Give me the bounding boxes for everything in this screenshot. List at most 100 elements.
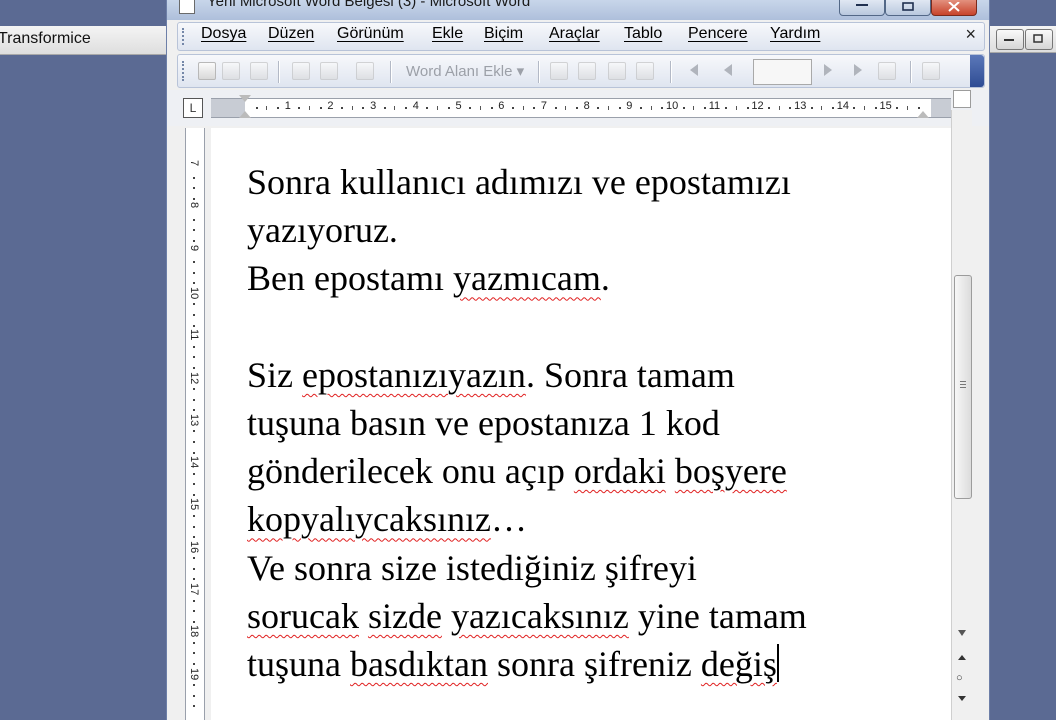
- view-ruler-button[interactable]: [953, 90, 971, 108]
- vertical-ruler-number: 18: [188, 625, 200, 638]
- propagate-labels-icon[interactable]: [636, 62, 654, 80]
- select-browse-object-icon[interactable]: ○: [956, 672, 963, 684]
- ruler-tick: [597, 107, 600, 109]
- background-window-titlebar[interactable]: Transformice: [0, 26, 166, 55]
- text-run: tuşuna basın ve epostanıza 1 kod: [247, 403, 720, 443]
- match-fields-icon[interactable]: [608, 62, 626, 80]
- toolbar-options-icon[interactable]: [970, 55, 984, 87]
- document-paragraph[interactable]: Ben epostamı yazmıcam.: [247, 254, 927, 302]
- vertical-ruler-number: 11: [188, 329, 200, 341]
- word-document-icon[interactable]: [179, 0, 195, 14]
- document-paragraph[interactable]: Siz epostanızıyazın. Sonra tamam: [247, 351, 927, 399]
- vertical-ruler-tick: [193, 599, 195, 602]
- insert-word-field-dropdown[interactable]: Word Alanı Ekle ▾: [406, 62, 524, 80]
- insert-merge-fields-icon[interactable]: [356, 62, 374, 80]
- document-close-button[interactable]: ×: [965, 24, 976, 45]
- ruler-number: 7: [540, 100, 548, 112]
- menu-tablo[interactable]: Tablo: [624, 25, 662, 43]
- vertical-ruler-number: 14: [188, 456, 200, 469]
- ruler-tick: [277, 107, 280, 109]
- vertical-ruler-tick: [193, 705, 195, 708]
- menu-grip[interactable]: [182, 28, 187, 45]
- text-run: tuşuna: [247, 644, 350, 685]
- first-record-icon[interactable]: [690, 64, 698, 76]
- highlight-merge-fields-icon[interactable]: [578, 62, 596, 80]
- close-button[interactable]: [931, 0, 977, 16]
- background-restore-button[interactable]: [1025, 29, 1053, 50]
- maximize-button[interactable]: [885, 0, 931, 16]
- vertical-ruler-number: 8: [188, 202, 200, 209]
- empty-paragraph[interactable]: [247, 303, 927, 351]
- document-paragraph[interactable]: yazıyoruz.: [247, 206, 927, 254]
- previous-page-icon[interactable]: [958, 655, 966, 660]
- right-indent-marker[interactable]: [917, 111, 929, 118]
- toolbar-grip[interactable]: [182, 61, 187, 81]
- main-document-setup-icon[interactable]: [198, 62, 216, 80]
- tab-selector[interactable]: L: [183, 98, 203, 118]
- minimize-button[interactable]: [839, 0, 885, 16]
- document-paragraph[interactable]: gönderilecek onu açıp ordaki boşyere: [247, 447, 927, 495]
- last-record-icon[interactable]: [854, 64, 862, 76]
- check-errors-icon[interactable]: [922, 62, 940, 80]
- next-record-icon[interactable]: [824, 64, 832, 76]
- vertical-ruler-tick: [193, 356, 195, 359]
- ruler-tick: [533, 107, 536, 109]
- menu-bicim[interactable]: Biçim: [484, 25, 523, 43]
- hanging-indent-marker[interactable]: [239, 111, 251, 118]
- menu-dosya[interactable]: Dosya: [201, 25, 246, 43]
- document-paragraph[interactable]: kopyalıycaksınız…: [247, 495, 927, 543]
- vertical-ruler-number: 17: [188, 583, 200, 596]
- menu-duzen[interactable]: Düzen: [268, 25, 314, 43]
- ruler-tick: [639, 107, 642, 109]
- vertical-ruler-tick: [193, 493, 195, 496]
- find-entry-icon[interactable]: [878, 62, 896, 80]
- previous-record-icon[interactable]: [724, 64, 732, 76]
- menu-gorunum[interactable]: Görünüm: [337, 25, 404, 43]
- menu-ekle[interactable]: Ekle: [432, 25, 463, 43]
- document-paragraph[interactable]: sorucak sizde yazıcaksınız yine tamam: [247, 592, 927, 640]
- vertical-ruler-tick: [193, 652, 195, 655]
- scroll-thumb[interactable]: [954, 275, 972, 499]
- background-minimize-button[interactable]: [996, 29, 1024, 50]
- record-number-field[interactable]: [753, 59, 812, 85]
- ruler-tick: [447, 107, 450, 109]
- view-merged-data-icon[interactable]: [550, 62, 568, 80]
- ruler-number: 12: [751, 100, 764, 112]
- menu-yardim[interactable]: Yardım: [770, 25, 820, 43]
- document-body[interactable]: Sonra kullanıcı adımızı ve epostamızı yaz…: [247, 158, 927, 688]
- mail-merge-toolbar: Word Alanı Ekle ▾: [177, 54, 985, 88]
- menu-pencere[interactable]: Pencere: [688, 25, 748, 43]
- document-paragraph[interactable]: tuşuna basın ve epostanıza 1 kod: [247, 399, 927, 447]
- document-paragraph[interactable]: tuşuna basdıktan sonra şifreniz değiş: [247, 640, 927, 688]
- minimize-icon: [856, 4, 868, 6]
- ruler-tick: [853, 107, 856, 109]
- insert-address-block-icon[interactable]: [292, 62, 310, 80]
- ruler-number: 10: [666, 100, 679, 112]
- vertical-ruler-tick: [193, 176, 195, 179]
- horizontal-ruler[interactable]: 1 2 3 4 5 6 7 8 9 10 11 12 13 14 15: [211, 95, 951, 118]
- title-bar[interactable]: Yeni Microsoft Word Belgesi (3) - Micros…: [167, 0, 989, 20]
- vertical-ruler[interactable]: 7 8 9 10 11 12 13 14 15 16 17 18 19: [185, 128, 205, 720]
- document-paragraph[interactable]: Sonra kullanıcı adımızı ve epostamızı: [247, 158, 927, 206]
- text-run: . Sonra tamam: [525, 354, 735, 395]
- menu-araclar[interactable]: Araçlar: [549, 25, 600, 43]
- open-data-source-icon[interactable]: [222, 62, 240, 80]
- document-page[interactable]: Sonra kullanıcı adımızı ve epostamızı yaz…: [211, 128, 951, 720]
- ruler-tick: [351, 106, 353, 110]
- text-run: .: [600, 258, 610, 299]
- vertical-scrollbar[interactable]: ○: [951, 110, 972, 720]
- vertical-ruler-number: 7: [188, 160, 200, 167]
- recipients-icon[interactable]: [250, 62, 268, 80]
- background-window-right-titlebar: [988, 26, 1056, 53]
- vertical-ruler-tick: [193, 610, 195, 613]
- text-run: Siz: [247, 354, 303, 395]
- vertical-ruler-tick: [193, 388, 195, 391]
- misspelled-word: ordaki: [573, 451, 666, 492]
- first-line-indent-marker[interactable]: [239, 95, 251, 102]
- document-paragraph[interactable]: Ve sonra size istediğiniz şifreyi: [247, 544, 927, 592]
- next-page-icon[interactable]: [958, 696, 966, 701]
- scroll-down-arrow-icon[interactable]: [958, 630, 966, 636]
- insert-greeting-line-icon[interactable]: [320, 62, 338, 80]
- ruler-tick: [768, 107, 771, 109]
- background-window-left: Transformice: [0, 0, 166, 720]
